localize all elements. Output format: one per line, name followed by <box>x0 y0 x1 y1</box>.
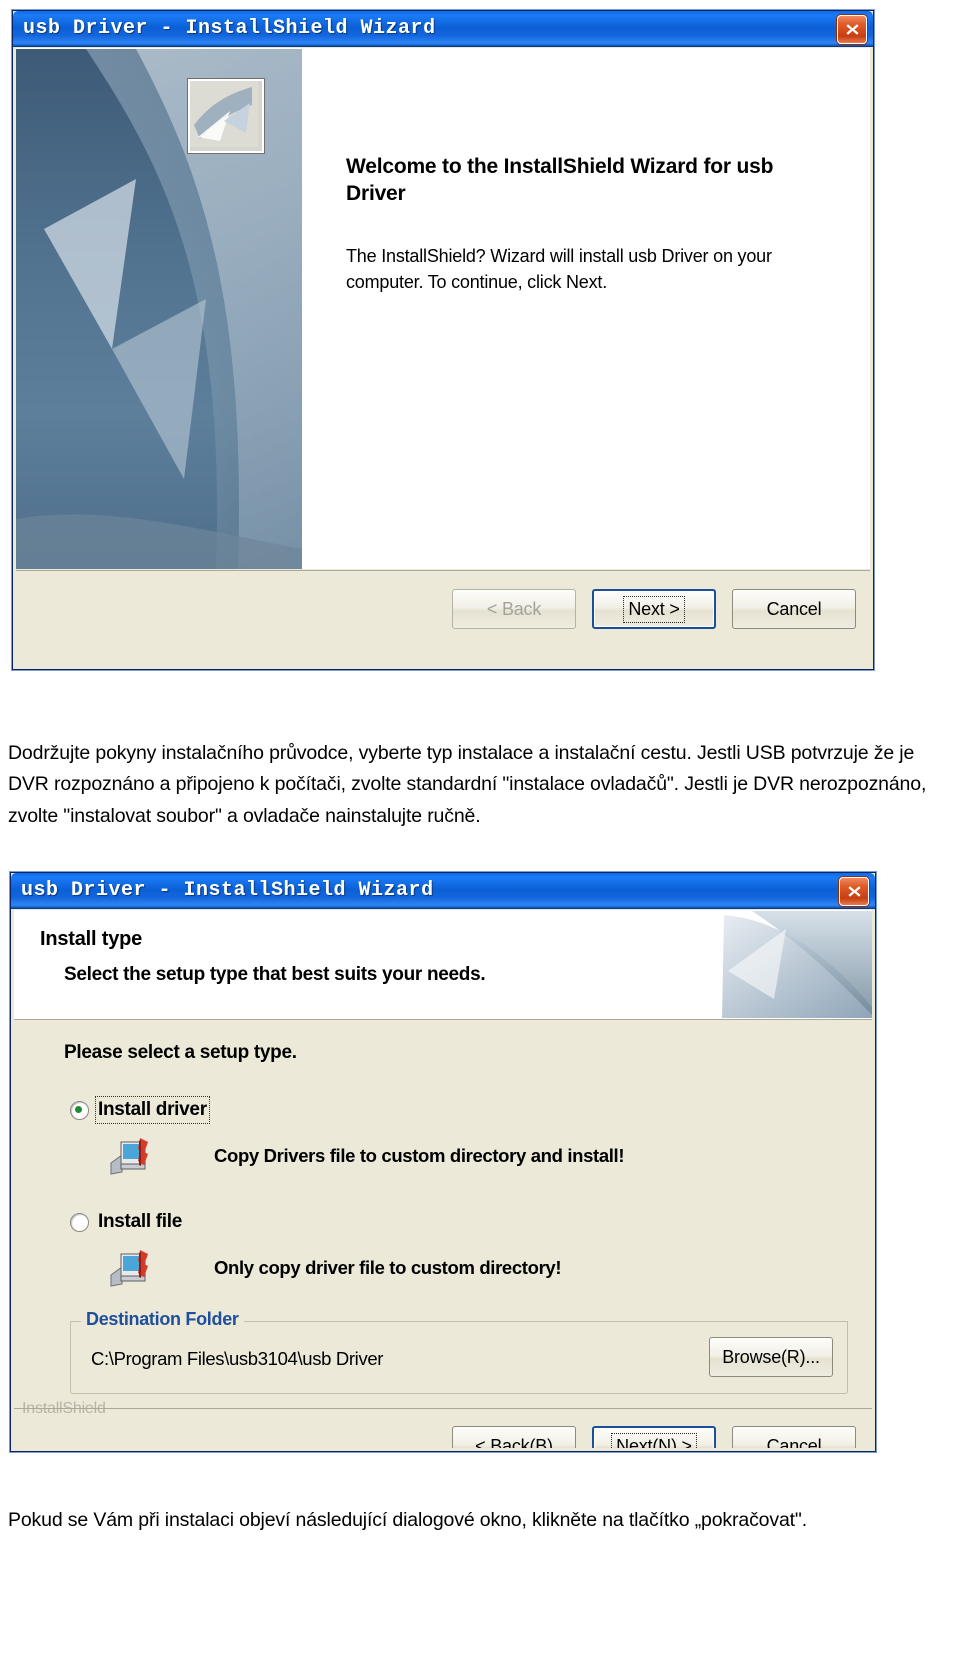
radio-indicator-icon <box>70 1100 89 1120</box>
close-icon[interactable] <box>839 877 869 906</box>
dialog2-button-row: < Back(B) Next(N) > Cancel <box>452 1426 856 1448</box>
radio-indicator-icon <box>70 1212 89 1232</box>
install-driver-icon <box>110 1136 152 1176</box>
installshield-welcome-dialog: usb Driver - InstallShield Wizard Welcom… <box>12 10 874 670</box>
install-driver-description: Copy Drivers file to custom directory an… <box>214 1145 625 1166</box>
dialog1-button-separator <box>16 570 870 571</box>
next-button[interactable]: Next(N) > <box>592 1426 716 1448</box>
install-file-description: Only copy driver file to custom director… <box>214 1257 562 1278</box>
instruction-paragraph-1: Dodržujte pokyny instalačního průvodce, … <box>8 741 927 827</box>
browse-button[interactable]: Browse(R)... <box>709 1337 833 1377</box>
install-type-title: Install type <box>40 928 143 950</box>
radio-install-driver[interactable]: Install driver <box>70 1096 210 1124</box>
radio-install-driver-label: Install driver <box>95 1096 210 1124</box>
installshield-install-type-dialog: usb Driver - InstallShield Wizard Instal… <box>10 872 876 1452</box>
cancel-button[interactable]: Cancel <box>732 1426 856 1448</box>
cancel-button[interactable]: Cancel <box>732 589 856 629</box>
installshield-brand: InstallShield <box>22 1400 106 1417</box>
wizard-content-pane <box>302 49 870 569</box>
destination-folder-legend: Destination Folder <box>81 1309 244 1330</box>
radio-install-file[interactable]: Install file <box>70 1211 182 1233</box>
dialog1-button-row: < Back Next > Cancel <box>452 589 856 629</box>
install-type-subtitle: Select the setup type that best suits yo… <box>64 964 486 985</box>
copy-file-icon <box>110 1248 152 1288</box>
dialog2-title: usb Driver - InstallShield Wizard <box>21 879 434 902</box>
next-button[interactable]: Next > <box>592 589 716 629</box>
welcome-body-text: The InstallShield? Wizard will install u… <box>346 246 772 293</box>
close-icon[interactable] <box>837 15 867 44</box>
header-graphic <box>722 911 872 1018</box>
next-button-label: Next > <box>623 595 685 623</box>
cancel-button-label: Cancel <box>766 1435 822 1449</box>
dialog2-header: Install type Select the setup type that … <box>14 911 872 1020</box>
instruction-paragraph-2: Pokud se Vám při instalaci objeví násled… <box>8 1508 807 1531</box>
dialog1-body: Welcome to the InstallShield Wizard for … <box>16 48 870 666</box>
radio-install-file-label: Install file <box>98 1211 183 1232</box>
back-button-label: < Back(B) <box>475 1435 553 1449</box>
destination-folder-group: Destination Folder C:\Program Files\usb3… <box>70 1309 848 1394</box>
cancel-button-label: Cancel <box>766 598 822 619</box>
back-button[interactable]: < Back(B) <box>452 1426 576 1448</box>
dialog2-body: Install type Select the setup type that … <box>14 910 872 1448</box>
dialog1-titlebar[interactable]: usb Driver - InstallShield Wizard <box>13 11 873 47</box>
browse-button-label: Browse(R)... <box>722 1346 820 1367</box>
back-button[interactable]: < Back <box>452 589 576 629</box>
dialog2-button-separator <box>14 1408 872 1409</box>
next-button-label: Next(N) > <box>611 1432 697 1448</box>
dialog1-title: usb Driver - InstallShield Wizard <box>23 17 436 40</box>
setup-type-prompt: Please select a setup type. <box>64 1042 297 1063</box>
back-button-label: < Back <box>486 598 542 619</box>
destination-folder-path: C:\Program Files\usb3104\usb Driver <box>91 1348 384 1369</box>
welcome-heading: Welcome to the InstallShield Wizard for … <box>346 155 774 205</box>
product-icon <box>187 78 265 154</box>
dialog2-titlebar[interactable]: usb Driver - InstallShield Wizard <box>11 873 875 909</box>
